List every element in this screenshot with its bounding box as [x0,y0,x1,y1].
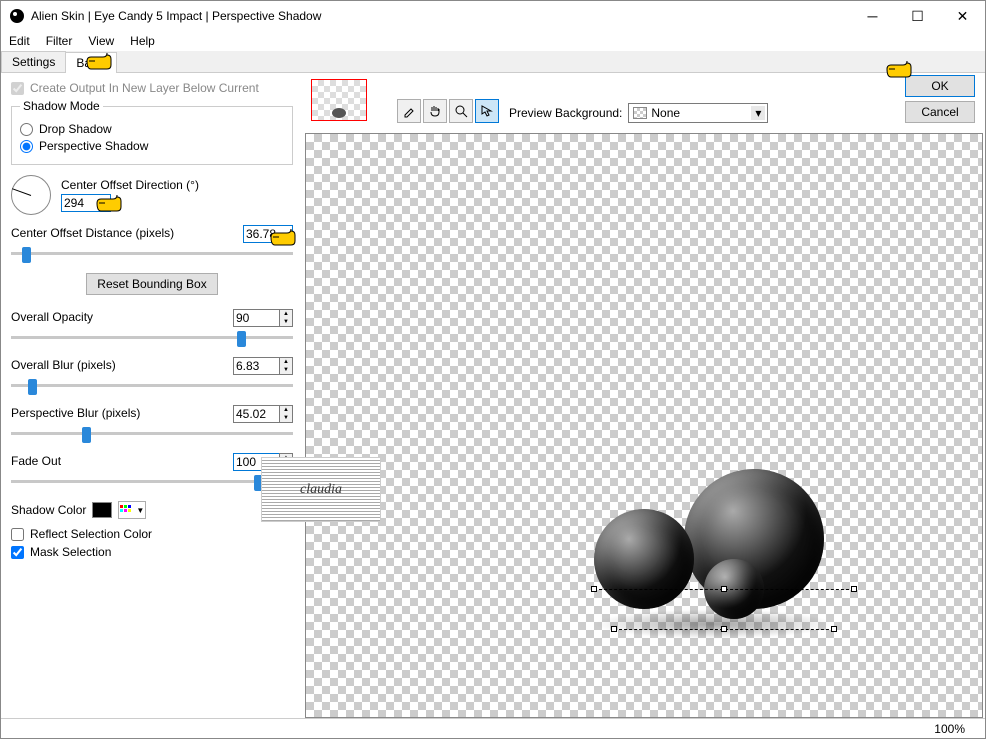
statusbar: 100% [1,718,985,738]
ok-button[interactable]: OK [905,75,975,97]
overall-opacity-slider[interactable] [11,329,293,347]
create-output-checkbox[interactable] [11,82,24,95]
minimize-button[interactable]: ─ [850,1,895,31]
center-offset-distance-input[interactable]: 36.78 [243,225,293,243]
perspective-blur-label: Perspective Blur (pixels) [11,406,140,420]
center-offset-distance-slider[interactable] [11,245,293,263]
menubar: Edit Filter View Help [1,31,985,51]
fade-out-label: Fade Out [11,454,61,468]
create-output-label: Create Output In New Layer Below Current [30,81,259,95]
center-offset-direction-input[interactable]: 294 [61,194,111,212]
reflect-selection-checkbox[interactable] [11,528,24,541]
fade-out-slider[interactable] [11,473,293,491]
app-icon [9,8,25,24]
overall-blur-slider[interactable] [11,377,293,395]
overall-blur-label: Overall Blur (pixels) [11,358,116,372]
eyedropper-tool[interactable] [397,99,421,123]
menu-help[interactable]: Help [130,34,155,48]
menu-filter[interactable]: Filter [46,34,73,48]
hand-tool[interactable] [423,99,447,123]
tab-basic[interactable]: Basic [65,52,116,73]
zoom-tool[interactable] [449,99,473,123]
center-offset-direction-dial[interactable] [11,175,51,215]
menu-view[interactable]: View [88,34,114,48]
center-offset-direction-label: Center Offset Direction (°) [61,178,199,192]
window-title: Alien Skin | Eye Candy 5 Impact | Perspe… [31,9,321,23]
close-button[interactable]: ✕ [940,1,985,31]
shadow-color-label: Shadow Color [11,503,86,517]
color-palette-button[interactable]: ▼ [118,501,146,519]
preview-thumbnail[interactable] [311,79,367,121]
titlebar: Alien Skin | Eye Candy 5 Impact | Perspe… [1,1,985,31]
preview-canvas[interactable] [305,133,983,718]
maximize-button[interactable]: ☐ [895,1,940,31]
mask-selection-checkbox[interactable] [11,546,24,559]
overall-opacity-input[interactable]: 90 ▲▼ [233,309,293,327]
shadow-mode-legend: Shadow Mode [20,99,103,113]
drop-shadow-label: Drop Shadow [39,122,112,136]
perspective-blur-input[interactable]: 45.02 ▲▼ [233,405,293,423]
mask-selection-label: Mask Selection [30,545,111,559]
cancel-button[interactable]: Cancel [905,101,975,123]
perspective-shadow-label: Perspective Shadow [39,139,148,153]
watermark: claudia [261,457,381,522]
overall-opacity-label: Overall Opacity [11,310,93,324]
reset-bounding-box-button[interactable]: Reset Bounding Box [86,273,217,295]
menu-edit[interactable]: Edit [9,34,30,48]
shadow-color-swatch[interactable] [92,502,112,518]
checker-icon [633,107,647,119]
drop-shadow-radio[interactable] [20,123,33,136]
overall-blur-input[interactable]: 6.83 ▲▼ [233,357,293,375]
shadow-mode-group: Shadow Mode Drop Shadow Perspective Shad… [11,99,293,165]
tabbar: Settings Basic [1,51,985,73]
preview-background-label: Preview Background: [509,106,622,120]
settings-panel: Create Output In New Layer Below Current… [1,73,303,718]
tab-settings[interactable]: Settings [1,51,66,72]
center-offset-distance-label: Center Offset Distance (pixels) [11,226,174,240]
zoom-level: 100% [934,722,965,736]
preview-toolbar [397,99,499,123]
bounding-box-handles[interactable] [594,589,854,629]
reflect-selection-label: Reflect Selection Color [30,527,152,541]
perspective-shadow-radio[interactable] [20,140,33,153]
perspective-blur-slider[interactable] [11,425,293,443]
move-tool[interactable] [475,99,499,123]
preview-background-combo[interactable]: None ▾ [628,103,768,123]
